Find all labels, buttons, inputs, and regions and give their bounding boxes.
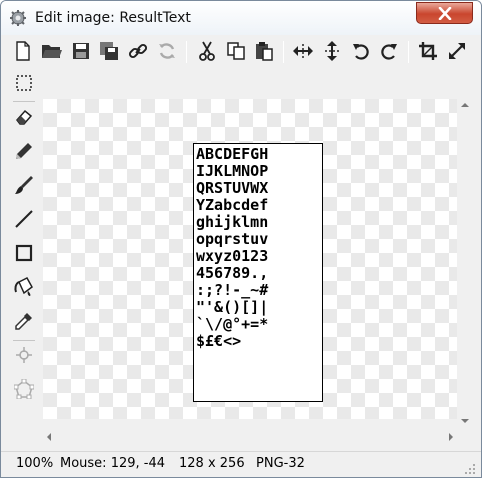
glyph-row: `\/@°+=* xyxy=(196,315,269,333)
scroll-left-arrow-icon[interactable] xyxy=(43,433,51,441)
rectangle-tool[interactable] xyxy=(9,239,39,269)
rectangle-icon xyxy=(15,244,33,265)
eyedropper-icon xyxy=(14,311,34,334)
selection-icon xyxy=(15,74,33,95)
status-bar: 100% Mouse: 129, -44 128 x 256 PNG-32 xyxy=(1,451,481,477)
rotate-right-icon xyxy=(379,41,399,64)
glyph-row: QRSTUVWX xyxy=(196,179,269,197)
polygon-icon xyxy=(13,378,35,402)
open-button[interactable] xyxy=(38,38,66,66)
save-button[interactable] xyxy=(67,38,95,66)
polygon-tool[interactable] xyxy=(9,375,39,405)
brush-icon xyxy=(14,175,34,198)
glyph-row: :;?!-_~# xyxy=(196,281,269,299)
main-toolbar xyxy=(9,37,473,67)
resize-icon xyxy=(447,41,467,64)
glyph-row: ghijklmn xyxy=(196,213,269,231)
eraser-tool[interactable] xyxy=(9,103,39,133)
flip-vertical-icon xyxy=(322,40,342,65)
gear-icon xyxy=(9,9,27,27)
copy-icon xyxy=(226,41,246,64)
resize-grip-icon[interactable] xyxy=(465,463,475,474)
glyph-row: opqrstuv xyxy=(196,230,269,248)
crop-button[interactable] xyxy=(414,38,442,66)
fill-tool[interactable] xyxy=(9,273,39,303)
glyph-row: 456789., xyxy=(196,264,269,282)
eraser-icon xyxy=(14,108,34,129)
glyph-row: "'&()[]| xyxy=(196,298,269,316)
save-copy-icon xyxy=(99,41,119,64)
glyph-row: YZabcdef xyxy=(196,196,269,214)
line-icon xyxy=(14,209,34,232)
horizontal-scrollbar[interactable] xyxy=(43,429,457,445)
crosshair-icon xyxy=(15,346,33,367)
rotate-left-button[interactable] xyxy=(347,38,375,66)
save-icon xyxy=(72,42,90,63)
close-button[interactable] xyxy=(416,2,473,24)
glyph-row: wxyz0123 xyxy=(196,247,269,265)
cut-icon xyxy=(198,41,216,64)
new-file-icon xyxy=(14,40,32,64)
refresh-icon xyxy=(157,41,177,64)
tool-separator xyxy=(13,101,35,102)
pencil-icon xyxy=(14,141,34,164)
flip-horizontal-icon xyxy=(292,41,314,64)
rotate-left-icon xyxy=(351,41,371,64)
zoom-level: 100% xyxy=(16,456,54,471)
new-button[interactable] xyxy=(9,38,37,66)
image-editor-window: Edit image: ResultText ABCDEFGH IJKLMNOP… xyxy=(0,0,482,478)
glyph-row: $£€<> xyxy=(196,332,242,350)
resize-button[interactable] xyxy=(443,38,471,66)
open-folder-icon xyxy=(41,42,63,63)
tool-palette xyxy=(9,67,43,447)
vertical-scrollbar[interactable] xyxy=(457,99,473,427)
line-tool[interactable] xyxy=(9,205,39,235)
title-bar[interactable]: Edit image: ResultText xyxy=(1,1,481,35)
color-picker-tool[interactable] xyxy=(9,307,39,337)
toolbar-separator xyxy=(283,41,284,63)
flip-horizontal-button[interactable] xyxy=(289,38,317,66)
select-tool[interactable] xyxy=(9,69,39,99)
toolbar-separator xyxy=(408,41,409,63)
window-title: Edit image: ResultText xyxy=(35,10,191,26)
scroll-up-arrow-icon[interactable] xyxy=(461,99,469,107)
image-size: 128 x 256 xyxy=(179,456,245,471)
glyph-row: IJKLMNOP xyxy=(196,162,269,180)
link-icon xyxy=(128,41,148,64)
glyph-row: ABCDEFGH xyxy=(196,145,269,163)
rotate-right-button[interactable] xyxy=(375,38,403,66)
pencil-tool[interactable] xyxy=(9,137,39,167)
copy-button[interactable] xyxy=(222,38,250,66)
scroll-right-arrow-icon[interactable] xyxy=(449,433,457,441)
flip-vertical-button[interactable] xyxy=(318,38,346,66)
mouse-position: Mouse: 129, -44 xyxy=(60,456,166,471)
refresh-button[interactable] xyxy=(153,38,181,66)
link-button[interactable] xyxy=(124,38,152,66)
toolbar-separator xyxy=(186,41,187,63)
crosshair-tool[interactable] xyxy=(9,341,39,371)
paste-button[interactable] xyxy=(250,38,278,66)
paste-icon xyxy=(254,41,274,64)
image-format: PNG-32 xyxy=(256,456,305,471)
save-copy-button[interactable] xyxy=(95,38,123,66)
cut-button[interactable] xyxy=(193,38,221,66)
image-canvas[interactable]: ABCDEFGH IJKLMNOP QRSTUVWX YZabcdef ghij… xyxy=(193,143,323,402)
crop-icon xyxy=(418,41,438,64)
brush-tool[interactable] xyxy=(9,171,39,201)
fill-bucket-icon xyxy=(13,276,35,301)
scroll-down-arrow-icon[interactable] xyxy=(461,419,469,427)
